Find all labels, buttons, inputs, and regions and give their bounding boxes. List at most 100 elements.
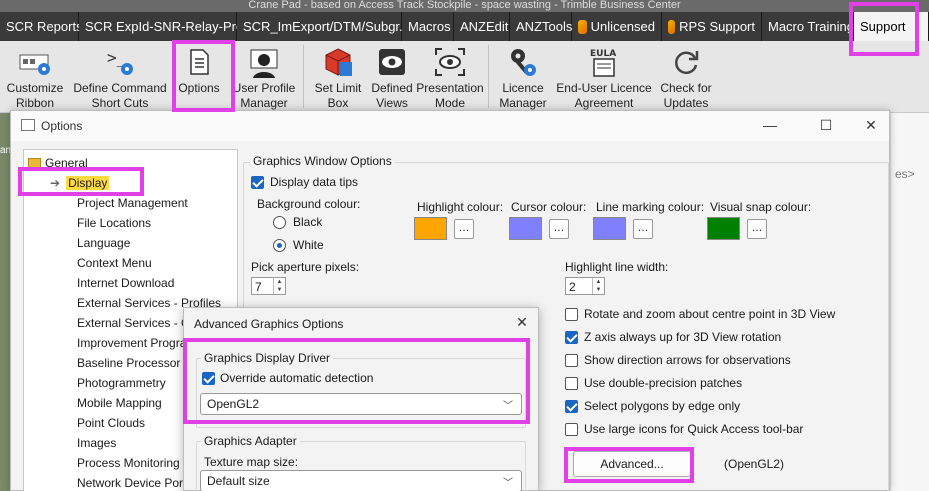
ribbon-separator — [303, 45, 304, 108]
customize-ribbon-button[interactable]: Customize Ribbon — [0, 41, 70, 113]
display-data-tips-checkbox[interactable] — [251, 176, 264, 189]
svg-text:EULA: EULA — [590, 49, 616, 59]
user-profile-icon — [247, 45, 281, 79]
spinner-arrows-icon[interactable]: ▲ ▼ — [273, 278, 285, 294]
options-dialog-titlebar: Options — ☐ ✕ — [11, 111, 889, 141]
pick-aperture-value: 7 — [255, 280, 262, 294]
background-white-radio[interactable] — [273, 239, 286, 252]
eula-button[interactable]: EULA End-User Licence Agreement — [554, 41, 654, 113]
z-axis-up-checkbox[interactable] — [565, 331, 578, 344]
double-precision-label: Use double-precision patches — [584, 376, 743, 390]
arrow-right-icon: ➔ — [50, 176, 61, 190]
command-shortcut-icon: >_ — [103, 45, 137, 79]
options-dialog-title: Options — [41, 119, 83, 133]
graphics-display-driver-label: Graphics Display Driver — [201, 351, 334, 365]
highlight-colour-picker-button[interactable]: … — [454, 219, 474, 239]
background-black-radio[interactable] — [273, 216, 286, 229]
display-data-tips-label: Display data tips — [270, 175, 359, 189]
tab-support[interactable]: Support — [854, 12, 929, 41]
limit-box-icon — [321, 45, 355, 79]
customize-ribbon-icon — [18, 45, 52, 79]
eye-icon — [375, 45, 409, 79]
spinner-arrows-icon[interactable]: ▲ ▼ — [592, 278, 604, 294]
tab-scr-expid[interactable]: SCR ExpId-SNR-Relay-Prop — [79, 12, 250, 41]
tab-scr-reports[interactable]: SCR Reports — [0, 12, 83, 41]
tab-anzedit[interactable]: ANZEdit — [454, 12, 510, 41]
partial-right-text: es> — [895, 167, 915, 181]
tab-macro-training[interactable]: Macro Training — [762, 12, 854, 41]
minimize-button[interactable]: — — [755, 115, 785, 135]
tree-item-file-locations[interactable]: File Locations — [77, 216, 151, 230]
options-window-icon — [21, 119, 35, 131]
background-panel-right: es> — [890, 113, 929, 491]
line-marking-colour-picker-button[interactable]: … — [633, 219, 653, 239]
rotate-zoom-centre-checkbox[interactable] — [565, 308, 578, 321]
cursor-colour-picker-button[interactable]: … — [549, 219, 569, 239]
z-axis-up-label: Z axis always up for 3D View rotation — [584, 330, 782, 344]
options-button[interactable]: Options — [170, 41, 228, 113]
select-polygons-edge-checkbox[interactable] — [565, 400, 578, 413]
tree-item-internet-download[interactable]: Internet Download — [77, 276, 174, 290]
highlight-colour-label: Highlight colour: — [417, 200, 504, 214]
tab-unlicensed[interactable]: Unlicensed — [572, 12, 662, 41]
pick-aperture-spinner[interactable]: 7 ▲ ▼ — [251, 277, 286, 295]
advanced-graphics-dialog: Advanced Graphics Options ✕ Graphics Dis… — [183, 307, 539, 491]
driver-status-label: (OpenGL2) — [724, 457, 785, 471]
maximize-button[interactable]: ☐ — [811, 115, 841, 135]
tree-item-improvement-program[interactable]: Improvement Program — [77, 336, 196, 350]
direction-arrows-checkbox[interactable] — [565, 354, 578, 367]
advanced-button[interactable]: Advanced... — [573, 451, 691, 477]
tree-item-point-clouds[interactable]: Point Clouds — [77, 416, 145, 430]
tree-item-network-device-port[interactable]: Network Device Port — [77, 476, 186, 490]
tree-item-process-monitoring[interactable]: Process Monitoring — [77, 456, 180, 470]
licence-manager-button[interactable]: Licence Manager — [492, 41, 554, 113]
advanced-close-button[interactable]: ✕ — [509, 312, 535, 332]
line-marking-colour-swatch[interactable] — [593, 217, 626, 240]
check-updates-button[interactable]: Check for Updates — [654, 41, 718, 113]
tab-scr-imexport[interactable]: SCR_ImExport/DTM/Subgr... — [237, 12, 410, 41]
tree-item-photogrammetry[interactable]: Photogrammetry — [77, 376, 166, 390]
background-colour-label: Background colour: — [257, 197, 361, 211]
tab-macros[interactable]: Macros — [402, 12, 454, 41]
driver-select[interactable]: OpenGL2 ﹀ — [200, 393, 522, 415]
set-limit-box-button[interactable]: Set Limit Box — [307, 41, 369, 113]
visual-snap-colour-picker-button[interactable]: … — [747, 219, 767, 239]
visual-snap-colour-label: Visual snap colour: — [710, 200, 812, 214]
cursor-colour-label: Cursor colour: — [511, 200, 587, 214]
texture-map-label: Texture map size: — [204, 455, 299, 469]
large-icons-checkbox[interactable] — [565, 423, 578, 436]
tree-item-context-menu[interactable]: Context Menu — [77, 256, 152, 270]
override-detection-checkbox[interactable] — [202, 372, 215, 385]
double-precision-checkbox[interactable] — [565, 377, 578, 390]
visual-snap-colour-swatch[interactable] — [707, 217, 740, 240]
defined-views-button[interactable]: Defined Views — [369, 41, 415, 113]
tab-anztools[interactable]: ANZTools — [510, 12, 572, 41]
large-icons-label: Use large icons for Quick Access tool-ba… — [584, 422, 804, 436]
tree-item-language[interactable]: Language — [77, 236, 130, 250]
tree-item-baseline-processor[interactable]: Baseline Processor — [77, 356, 180, 370]
define-shortcuts-button[interactable]: >_ Define Command Short Cuts — [70, 41, 170, 113]
cursor-colour-swatch[interactable] — [509, 217, 542, 240]
refresh-icon — [669, 45, 703, 79]
background-map-strip — [0, 113, 10, 491]
chevron-down-icon: ﹀ — [503, 478, 513, 489]
tree-item-display[interactable]: ➔ Display — [48, 176, 112, 190]
ribbon-separator — [488, 45, 489, 108]
highlight-line-width-value: 2 — [569, 280, 576, 294]
tree-item-mobile-mapping[interactable]: Mobile Mapping — [77, 396, 162, 410]
highlight-line-width-spinner[interactable]: 2 ▲ ▼ — [565, 277, 605, 295]
tree-item-project-management[interactable]: Project Management — [77, 196, 188, 210]
texture-map-value: Default size — [207, 474, 270, 488]
tab-rps-support[interactable]: RPS Support — [662, 12, 762, 41]
highlight-colour-swatch[interactable] — [414, 217, 447, 240]
tree-item-images[interactable]: Images — [77, 436, 116, 450]
direction-arrows-label: Show direction arrows for observations — [584, 353, 791, 367]
rotate-zoom-centre-label: Rotate and zoom about centre point in 3D… — [584, 307, 836, 321]
override-detection-label: Override automatic detection — [220, 371, 374, 385]
user-profile-manager-button[interactable]: User Profile Manager — [228, 41, 300, 113]
close-button[interactable]: ✕ — [856, 115, 886, 135]
tree-root-general[interactable]: General — [28, 156, 88, 170]
texture-map-select[interactable]: Default size ﹀ — [200, 470, 522, 491]
presentation-mode-button[interactable]: Presentation Mode — [415, 41, 485, 113]
options-icon — [182, 45, 216, 79]
